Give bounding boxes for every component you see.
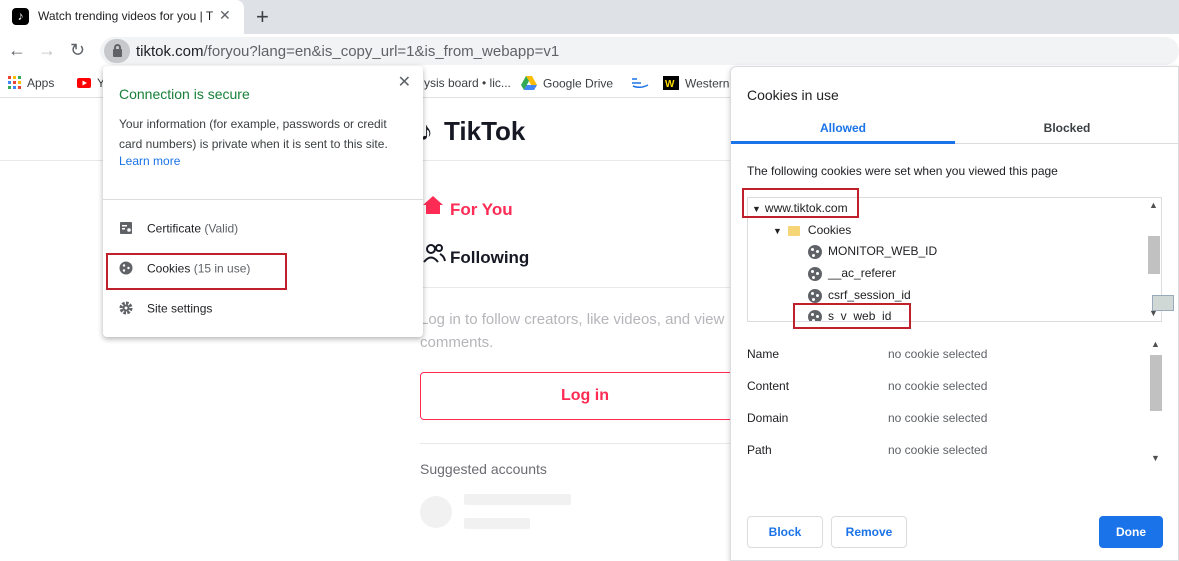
- home-icon: [422, 195, 450, 220]
- scroll-up-icon[interactable]: ▲: [1148, 339, 1163, 349]
- login-promo-text: Log in to follow creators, like videos, …: [420, 311, 725, 351]
- wave-icon: [631, 76, 649, 91]
- back-arrow-icon[interactable]: ←: [8, 40, 26, 61]
- bookmark-western[interactable]: W Western: [663, 76, 729, 93]
- lock-icon[interactable]: [104, 39, 130, 63]
- dialog-title: Cookies in use: [747, 87, 839, 103]
- new-tab-button[interactable]: +: [256, 4, 269, 30]
- details-scrollbar[interactable]: ▲ ▼: [1148, 337, 1163, 467]
- western-union-icon: W: [663, 76, 679, 93]
- tree-cookie-item[interactable]: csrf_session_id: [808, 288, 911, 303]
- reload-icon[interactable]: ↻: [70, 40, 85, 61]
- certificate-row[interactable]: Certificate (Valid): [119, 221, 238, 238]
- detail-value: no cookie selected: [888, 347, 988, 361]
- bookmark-youtube[interactable]: Y: [77, 76, 105, 91]
- detail-label: Path: [747, 443, 772, 457]
- extension-play-icon[interactable]: [1152, 295, 1174, 311]
- detail-value: no cookie selected: [888, 411, 988, 425]
- tab-allowed[interactable]: Allowed: [731, 121, 955, 135]
- site-settings-row[interactable]: Site settings: [119, 301, 212, 318]
- detail-value: no cookie selected: [888, 443, 988, 457]
- detail-label: Content: [747, 379, 790, 393]
- suggested-accounts-heading: Suggested accounts: [420, 461, 547, 477]
- address-bar[interactable]: tiktok.com/foryou?lang=en&is_copy_url=1&…: [100, 37, 1179, 65]
- expand-triangle-icon[interactable]: ▼: [773, 226, 782, 236]
- tab-strip: ♪ Watch trending videos for you | TikTok…: [0, 0, 1179, 34]
- browser-toolbar: ← → ↻ tiktok.com/foryou?lang=en&is_copy_…: [0, 34, 1179, 68]
- youtube-icon: [77, 77, 91, 91]
- scroll-down-icon[interactable]: ▼: [1148, 453, 1163, 463]
- tree-cookie-item[interactable]: MONITOR_WEB_ID: [808, 244, 937, 259]
- apps-grid-icon: [8, 76, 21, 92]
- folder-icon: [787, 225, 800, 236]
- url-text: tiktok.com/foryou?lang=en&is_copy_url=1&…: [136, 43, 560, 60]
- google-drive-icon: [521, 76, 537, 93]
- bookmark-google-drive[interactable]: Google Drive: [521, 76, 613, 93]
- bookmark-apps[interactable]: Apps: [8, 76, 54, 92]
- cookies-intro-text: The following cookies were set when you …: [747, 164, 1058, 178]
- gear-icon: [119, 301, 147, 318]
- cookie-icon: [808, 266, 822, 281]
- done-button[interactable]: Done: [1099, 516, 1163, 548]
- tab-title: Watch trending videos for you | TikTok: [38, 9, 213, 23]
- tiktok-note-icon: ♪: [420, 116, 433, 146]
- domain-highlight-annotation: [742, 188, 859, 218]
- svg-text:W: W: [665, 79, 675, 90]
- account-avatar-placeholder: [420, 496, 452, 528]
- cookie-highlight-annotation: [793, 303, 911, 329]
- forward-arrow-icon[interactable]: →: [38, 40, 56, 61]
- tab-close-icon[interactable]: ✕: [219, 7, 231, 24]
- suggested-divider: [420, 443, 730, 444]
- cookie-details-panel: Name no cookie selected Content no cooki…: [731, 337, 1163, 467]
- account-handle-placeholder: [464, 518, 530, 529]
- scroll-thumb[interactable]: [1150, 355, 1162, 411]
- learn-more-link[interactable]: Learn more: [119, 154, 180, 168]
- cookie-icon: [808, 288, 822, 303]
- login-button[interactable]: Log in: [420, 372, 750, 420]
- detail-label: Domain: [747, 411, 789, 425]
- scroll-thumb[interactable]: [1148, 236, 1160, 274]
- remove-button[interactable]: Remove: [831, 516, 907, 548]
- tiktok-logo[interactable]: ♪ TikTok: [420, 116, 525, 147]
- cookies-highlight-annotation: [106, 253, 287, 290]
- connection-status-title: Connection is secure: [119, 86, 250, 102]
- nav-for-you[interactable]: For You: [422, 195, 513, 220]
- scroll-up-icon[interactable]: ▲: [1146, 200, 1161, 210]
- active-tab-indicator: [731, 141, 955, 144]
- site-info-popup: Connection is secure ✕ Your information …: [103, 66, 423, 337]
- nav-divider: [420, 287, 730, 288]
- block-button[interactable]: Block: [747, 516, 823, 548]
- bookmark-analysis-board[interactable]: ysis board • lic...: [424, 76, 511, 90]
- close-icon[interactable]: ✕: [398, 72, 411, 92]
- tree-folder-node[interactable]: ▼ Cookies: [773, 223, 851, 237]
- bookmark-unlabeled[interactable]: [631, 76, 655, 91]
- tab-blocked[interactable]: Blocked: [955, 121, 1179, 135]
- account-name-placeholder: [464, 494, 571, 505]
- cookie-icon: [808, 244, 822, 259]
- people-icon: [422, 243, 450, 268]
- nav-following[interactable]: Following: [422, 243, 529, 268]
- certificate-icon: [119, 221, 147, 238]
- popup-divider: [103, 199, 423, 200]
- tree-cookie-item[interactable]: __ac_referer: [808, 266, 896, 281]
- browser-tab[interactable]: ♪ Watch trending videos for you | TikTok…: [0, 0, 244, 34]
- detail-value: no cookie selected: [888, 379, 988, 393]
- connection-description: Your information (for example, passwords…: [119, 117, 388, 151]
- tiktok-favicon-icon: ♪: [12, 8, 29, 25]
- detail-label: Name: [747, 347, 780, 361]
